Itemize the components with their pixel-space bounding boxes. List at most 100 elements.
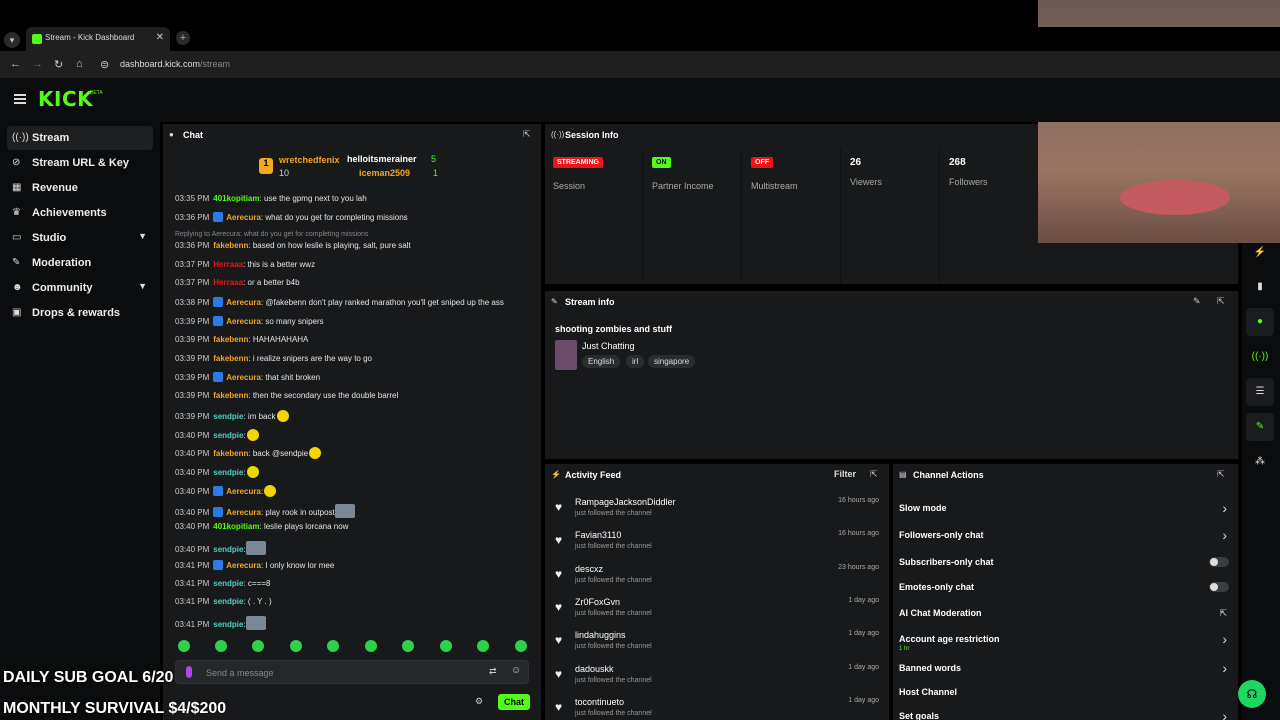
- forward-icon[interactable]: →: [32, 58, 43, 70]
- apps-icon[interactable]: ⁂: [1246, 448, 1274, 476]
- chat-message[interactable]: 03:37 PM Herraaa: or a better b4b: [175, 278, 535, 287]
- toggle-switch[interactable]: [1209, 582, 1229, 592]
- menu-icon[interactable]: [14, 94, 26, 104]
- message-username[interactable]: fakebenn: [213, 354, 248, 363]
- chat-message[interactable]: 03:39 PM Aerecura: so many snipers: [175, 316, 535, 326]
- chat-message[interactable]: 03:39 PM sendpie: im back: [175, 410, 535, 422]
- chat-message-input[interactable]: [206, 665, 466, 681]
- message-username[interactable]: Herraaa: [213, 278, 243, 287]
- message-username[interactable]: Aerecura: [226, 317, 261, 326]
- message-username[interactable]: sendpie: [213, 597, 243, 606]
- chat-message[interactable]: 03:41 PM Aerecura: I only know lor mee: [175, 560, 535, 570]
- message-username[interactable]: Aerecura: [226, 298, 261, 307]
- chat-message[interactable]: 03:41 PM sendpie: c===8: [175, 579, 535, 588]
- sidebar-item-moderation[interactable]: ✎ Moderation: [7, 251, 153, 275]
- popout-icon[interactable]: ⇱: [523, 129, 531, 140]
- message-username[interactable]: Aerecura: [226, 213, 261, 222]
- activity-item[interactable]: ♥ lindahuggins just followed the channel 1 …: [555, 630, 885, 660]
- message-username[interactable]: sendpie: [213, 579, 243, 588]
- chat-message[interactable]: 03:40 PM Aerecura: play rook in outpost: [175, 504, 535, 518]
- activity-item[interactable]: ♥ tocontinueto just followed the channel 1 …: [555, 697, 885, 720]
- channel-action-followers-only-chat[interactable]: Followers-only chat ›: [899, 526, 1229, 546]
- help-chat-icon[interactable]: ☊: [1238, 680, 1266, 708]
- address-bar[interactable]: dashboard.kick.com/stream: [120, 59, 230, 69]
- back-icon[interactable]: ←: [10, 58, 21, 70]
- reload-icon[interactable]: ↻: [54, 58, 63, 71]
- chat-message[interactable]: 03:40 PM 401kopitiam: leslie plays lorcan…: [175, 522, 535, 531]
- sidebar-item-stream[interactable]: ((·)) Stream: [7, 126, 153, 150]
- browser-tab[interactable]: Stream - Kick Dashboard ✕: [26, 27, 170, 51]
- chat-message[interactable]: 03:35 PM 401kopitiam: use the gpmg next t…: [175, 194, 535, 203]
- emoji-icon[interactable]: ☺: [511, 665, 521, 676]
- emote-icon[interactable]: [215, 640, 227, 652]
- channel-action-host-channel[interactable]: Host Channel: [899, 683, 1229, 703]
- sidebar-item-drops-rewards[interactable]: ▣ Drops & rewards: [7, 301, 153, 325]
- chat-message[interactable]: 03:36 PM Aerecura: what do you get for co…: [175, 212, 535, 222]
- mic-icon[interactable]: [186, 666, 192, 678]
- site-info-icon[interactable]: ⊜: [100, 58, 109, 71]
- message-username[interactable]: sendpie: [213, 620, 243, 629]
- message-username[interactable]: sendpie: [213, 468, 243, 477]
- popout-icon[interactable]: ⇱: [870, 469, 878, 480]
- emote-icon[interactable]: [327, 640, 339, 652]
- message-username[interactable]: fakebenn: [213, 335, 248, 344]
- sidebar-item-studio[interactable]: ▭ Studio ▼: [7, 226, 153, 250]
- popout-icon[interactable]: ⇱: [1217, 296, 1225, 307]
- message-username[interactable]: 401kopitiam: [213, 194, 259, 203]
- kick-logo[interactable]: KICK: [38, 87, 93, 111]
- lightning-icon[interactable]: ⚡: [1246, 239, 1274, 267]
- message-username[interactable]: fakebenn: [213, 449, 248, 458]
- translate-icon[interactable]: ⇄: [489, 666, 497, 677]
- chat-message[interactable]: 03:40 PM sendpie:: [175, 429, 535, 441]
- multistream-status[interactable]: OFF Multistream: [743, 149, 841, 284]
- sidebar-item-achievements[interactable]: ♛ Achievements: [7, 201, 153, 225]
- chat-message[interactable]: 03:40 PM sendpie:: [175, 541, 535, 555]
- sidebar-item-community[interactable]: ☻ Community ▼: [7, 276, 153, 300]
- chat-message[interactable]: 03:41 PM sendpie:: [175, 616, 535, 630]
- sidebar-item-stream-url-key[interactable]: ⊘ Stream URL & Key: [7, 151, 153, 175]
- chat-message[interactable]: 03:38 PM Aerecura: @fakebenn don't play r…: [175, 297, 535, 307]
- partner-income-status[interactable]: ON Partner Income: [644, 149, 742, 284]
- channel-action-account-age-restriction[interactable]: Account age restriction 1 hr ›: [899, 630, 1229, 652]
- toggle-switch[interactable]: [1209, 557, 1229, 567]
- emote-icon[interactable]: [365, 640, 377, 652]
- emote-icon[interactable]: [440, 640, 452, 652]
- edit-icon[interactable]: ✎: [1193, 296, 1201, 307]
- activity-item[interactable]: ♥ dadouskk just followed the channel 1 day …: [555, 664, 885, 694]
- emote-icon[interactable]: [477, 640, 489, 652]
- emote-icon[interactable]: [402, 640, 414, 652]
- activity-item[interactable]: ♥ descxz just followed the channel 23 hours…: [555, 564, 885, 594]
- activity-item[interactable]: ♥ Zr0FoxGvn just followed the channel 1 day…: [555, 597, 885, 627]
- chat-message[interactable]: 03:40 PM fakebenn: back @sendpie: [175, 447, 535, 459]
- chat-send-button[interactable]: Chat: [498, 694, 530, 710]
- gear-icon[interactable]: ⚙: [475, 696, 483, 707]
- activity-item[interactable]: ♥ Favian3110 just followed the channel 16 h…: [555, 530, 885, 560]
- channel-action-banned-words[interactable]: Banned words ›: [899, 659, 1229, 679]
- chat-message[interactable]: 03:41 PM sendpie: ( . Y . ): [175, 597, 535, 606]
- chat-bubble-icon[interactable]: ●: [1246, 308, 1274, 336]
- sidebar-item-revenue[interactable]: ▦ Revenue: [7, 176, 153, 200]
- chat-message[interactable]: 03:36 PM fakebenn: based on how leslie is…: [175, 241, 535, 250]
- close-icon[interactable]: ✕: [156, 32, 164, 43]
- tab-list-icon[interactable]: ▾: [4, 32, 20, 48]
- channel-action-set-goals[interactable]: Set goals ›: [899, 707, 1229, 720]
- emote-icon[interactable]: [252, 640, 264, 652]
- channel-action-slow-mode[interactable]: Slow mode ›: [899, 499, 1229, 519]
- chat-message[interactable]: 03:40 PM sendpie:: [175, 466, 535, 478]
- chat-message[interactable]: 03:37 PM Herraaa: this is a better wwz: [175, 260, 535, 269]
- list-icon[interactable]: ☰: [1246, 378, 1274, 406]
- chat-message[interactable]: 03:40 PM Aerecura:: [175, 485, 535, 497]
- chat-message[interactable]: 03:39 PM fakebenn: HAHAHAHAHA: [175, 335, 535, 344]
- popout-icon[interactable]: ⇱: [1217, 469, 1225, 480]
- emote-icon[interactable]: [515, 640, 527, 652]
- message-username[interactable]: Aerecura: [226, 561, 261, 570]
- broadcast-icon[interactable]: ((·)): [1246, 343, 1274, 371]
- chat-message[interactable]: 03:39 PM fakebenn: then the secondary use…: [175, 391, 535, 400]
- message-username[interactable]: Aerecura: [226, 373, 261, 382]
- message-username[interactable]: sendpie: [213, 412, 243, 421]
- channel-action-ai-chat-moderation[interactable]: AI Chat Moderation ⇱: [899, 604, 1229, 624]
- home-icon[interactable]: ⌂: [76, 58, 83, 70]
- wrench-icon[interactable]: ✎: [1246, 413, 1274, 441]
- chat-message[interactable]: 03:39 PM fakebenn: i realize snipers are …: [175, 354, 535, 363]
- message-username[interactable]: Aerecura: [226, 508, 261, 517]
